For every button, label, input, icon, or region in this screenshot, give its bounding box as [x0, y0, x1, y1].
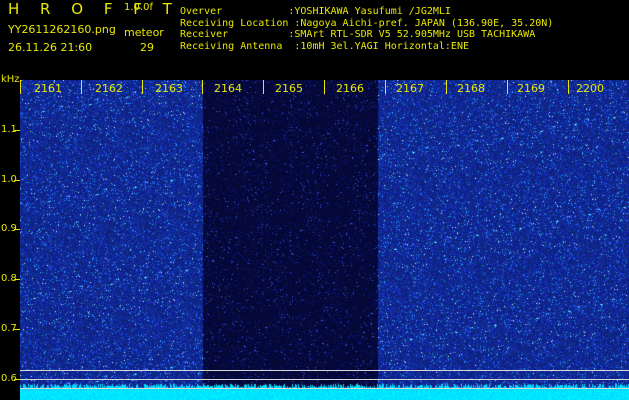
meteor-label: meteor	[124, 26, 164, 39]
x-tick-label: 2200	[576, 82, 604, 95]
x-tick	[324, 80, 325, 94]
x-tick-label: 2167	[396, 82, 424, 95]
x-tick	[568, 80, 569, 94]
app-title: H R O F F T	[8, 0, 180, 18]
x-tick	[202, 80, 203, 94]
meteor-count: 29	[140, 41, 154, 54]
x-tick-label: 2168	[457, 82, 485, 95]
date-time: 26.11.26 21:60	[8, 41, 93, 54]
x-tick-label: 2165	[275, 82, 303, 95]
header: H R O F F T 1.0.0f YY2611262160.png mete…	[0, 0, 629, 80]
x-tick	[385, 80, 386, 94]
info-observer: Overver :YOSHIKAWA Yasufumi /JG2MLI	[180, 6, 451, 17]
x-tick-label: 2163	[155, 82, 183, 95]
reference-line	[20, 379, 629, 380]
info-antenna: Receiving Antenna :10mH 3el.YAGI Horizon…	[180, 40, 469, 52]
x-tick	[142, 80, 143, 94]
x-tick-label: 2164	[214, 82, 242, 95]
x-tick-label: 2161	[34, 82, 62, 95]
waterfall-plot[interactable]: 2161 2162 2163 2164 2165 2166 2167 2168 …	[20, 80, 629, 400]
app-version: 1.0.0f	[124, 2, 153, 13]
x-tick	[507, 80, 508, 94]
x-tick	[81, 80, 82, 94]
x-tick	[263, 80, 264, 94]
x-tick-label: 2162	[95, 82, 123, 95]
reference-line	[20, 388, 629, 389]
station-info: Overver :YOSHIKAWA Yasufumi /JG2MLI Rece…	[180, 7, 553, 53]
info-receiver: Receiver :SMArt RTL-SDR V5 52.905MHz USB…	[180, 29, 536, 40]
y-axis-unit: kHz	[1, 74, 20, 85]
x-tick	[20, 80, 21, 94]
x-tick	[446, 80, 447, 94]
reference-line	[20, 370, 629, 371]
file-name: YY2611262160.png	[8, 23, 116, 36]
x-tick-label: 2166	[336, 82, 364, 95]
x-tick-label: 2169	[517, 82, 545, 95]
spectrogram-canvas	[20, 80, 629, 400]
y-axis: kHz 1.1 1.0 0.9 0.8 0.7 0.6	[0, 74, 20, 400]
